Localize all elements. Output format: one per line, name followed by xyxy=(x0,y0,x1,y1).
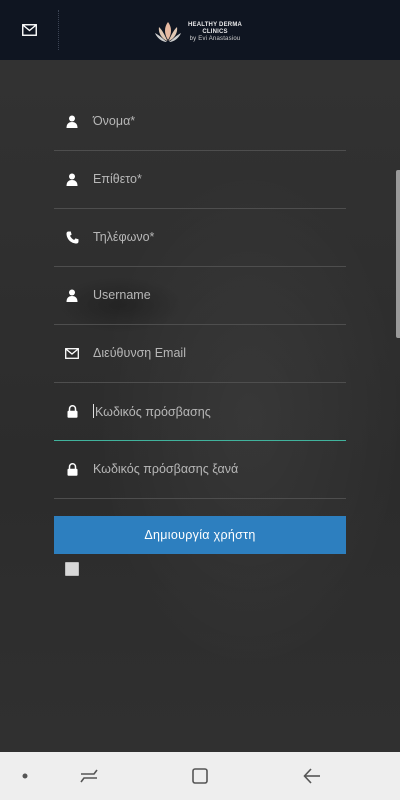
phone-icon xyxy=(60,227,84,247)
nav-recents-button[interactable] xyxy=(59,752,119,800)
phone-input[interactable]: Τηλέφωνο* xyxy=(93,230,154,244)
terms-checkbox[interactable] xyxy=(65,562,79,576)
brand-line-1: HEALTHY DERMA xyxy=(188,21,243,28)
text-caret xyxy=(93,403,94,418)
dot-icon xyxy=(22,773,28,779)
lock-icon xyxy=(60,401,84,421)
first-name-field[interactable]: Όνομα* xyxy=(54,92,346,151)
brand-tagline: by Evi Anastasiou xyxy=(189,35,241,42)
app-header: HEALTHY DERMA CLINICS by Evi Anastasiou xyxy=(0,0,400,60)
recents-icon xyxy=(80,769,98,783)
email-input[interactable]: Διεύθυνση Email xyxy=(93,346,186,360)
email-field[interactable]: Διεύθυνση Email xyxy=(54,324,346,383)
nav-back-button[interactable] xyxy=(282,752,342,800)
password-placeholder: Κωδικός πρόσβασης xyxy=(95,404,211,419)
person-icon xyxy=(60,169,84,189)
person-icon xyxy=(60,285,84,305)
mail-button[interactable] xyxy=(0,0,58,60)
brand-name: HEALTHY DERMA CLINICS by Evi Anastasiou xyxy=(188,22,242,43)
create-user-button[interactable]: Δημιουργία χρήστη xyxy=(54,516,346,554)
password-input[interactable]: Κωδικός πρόσβασης xyxy=(93,403,211,419)
system-nav-bar xyxy=(0,752,400,800)
last-name-input[interactable]: Επίθετο* xyxy=(93,172,142,186)
brand-logo[interactable]: HEALTHY DERMA CLINICS by Evi Anastasiou xyxy=(154,20,242,44)
first-name-input[interactable]: Όνομα* xyxy=(93,114,135,128)
username-input[interactable]: Username xyxy=(93,288,151,302)
header-divider xyxy=(58,10,59,50)
username-field[interactable]: Username xyxy=(54,266,346,325)
envelope-icon xyxy=(21,24,37,36)
scrollbar[interactable] xyxy=(396,170,400,338)
lotus-icon xyxy=(155,22,181,42)
password-confirm-input[interactable]: Κωδικός πρόσβασης ξανά xyxy=(93,462,238,476)
person-icon xyxy=(60,111,84,131)
brand-line-2: CLINICS xyxy=(202,28,228,35)
password-confirm-field[interactable]: Κωδικός πρόσβασης ξανά xyxy=(54,440,346,499)
last-name-field[interactable]: Επίθετο* xyxy=(54,150,346,209)
back-icon xyxy=(303,768,320,784)
password-field[interactable]: Κωδικός πρόσβασης xyxy=(54,382,346,441)
envelope-icon xyxy=(60,343,84,363)
nav-home-button[interactable] xyxy=(170,752,230,800)
home-icon xyxy=(192,768,208,784)
nav-dot-button[interactable] xyxy=(0,752,55,800)
lock-icon xyxy=(60,459,84,479)
phone-field[interactable]: Τηλέφωνο* xyxy=(54,208,346,267)
